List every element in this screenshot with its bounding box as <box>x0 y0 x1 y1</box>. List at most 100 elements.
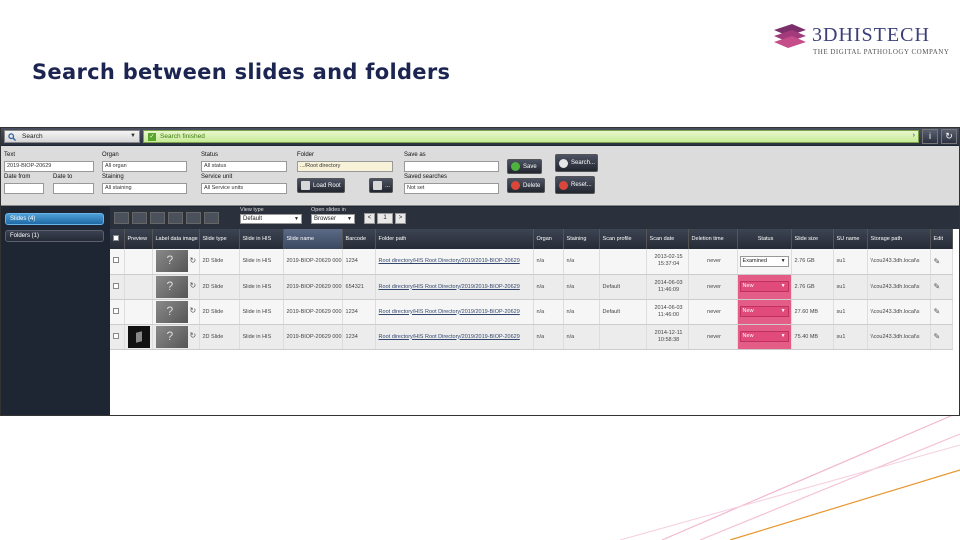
search-mode-select[interactable]: Search ▼ <box>4 130 140 143</box>
preview-cell[interactable] <box>124 324 153 350</box>
save-button[interactable]: Save <box>507 159 542 174</box>
save-as-input[interactable] <box>404 161 499 172</box>
table-row[interactable]: ? ↻ 2D Slide Slide in HIS 2019-BIOP-20629 00… <box>110 249 953 275</box>
refresh-button[interactable]: ↻ <box>941 129 957 144</box>
row-select-cell[interactable] <box>110 299 125 325</box>
column-header[interactable]: Status <box>737 229 792 249</box>
select-all-checkbox[interactable] <box>113 235 119 241</box>
pencil-icon[interactable]: ✎ <box>934 332 941 341</box>
label-image-cell[interactable]: ? ↻ <box>152 249 200 275</box>
pencil-icon[interactable]: ✎ <box>934 282 941 291</box>
column-header[interactable]: Edit <box>930 229 953 249</box>
text-input[interactable]: 2019-BIOP-20629 <box>4 161 94 172</box>
reload-icon[interactable]: ↻ <box>190 306 197 315</box>
table-row[interactable]: ? ↻ 2D Slide Slide in HIS 2019-BIOP-20629 00… <box>110 324 953 350</box>
row-select-cell[interactable] <box>110 249 125 275</box>
tab-folders[interactable]: Folders (1) <box>5 230 104 242</box>
folder-path-link[interactable]: Root directory/HIS Root Directory/2019/2… <box>375 324 534 350</box>
date-from-input[interactable] <box>4 183 44 194</box>
status-select[interactable]: Examined ▼ <box>739 255 789 267</box>
table-row[interactable]: ? ↻ 2D Slide Slide in HIS 2019-BIOP-20629 00… <box>110 274 953 300</box>
info-button[interactable]: i <box>922 129 938 144</box>
column-header[interactable]: Scan date <box>646 229 689 249</box>
expand-arrow-icon[interactable]: › <box>913 132 915 139</box>
reload-icon[interactable]: ↻ <box>190 256 197 265</box>
column-header[interactable]: Label data image <box>152 229 200 249</box>
label-data-image[interactable]: ? <box>155 250 188 273</box>
edit-cell[interactable]: ✎ <box>930 299 953 325</box>
staining-select[interactable]: All staining <box>102 183 187 194</box>
tab-slides[interactable]: Slides (4) <box>5 213 104 225</box>
staining-cell: n/a <box>563 274 600 300</box>
status-select[interactable]: New ▼ <box>739 306 789 317</box>
row-checkbox[interactable] <box>113 332 119 339</box>
preview-cell[interactable] <box>124 299 153 325</box>
column-header[interactable]: Slide name <box>283 229 343 249</box>
label-image-cell[interactable]: ? ↻ <box>152 274 200 300</box>
row-select-cell[interactable] <box>110 274 125 300</box>
status-select[interactable]: New ▼ <box>739 281 789 292</box>
open-slides-select[interactable]: Browser ▼ <box>311 214 355 224</box>
preview-cell[interactable] <box>124 249 153 275</box>
next-page-button[interactable]: > <box>395 213 406 224</box>
label-data-image[interactable]: ? <box>155 300 188 323</box>
service-unit-select[interactable]: All Service units <box>201 183 287 194</box>
column-header[interactable]: Barcode <box>342 229 376 249</box>
row-checkbox[interactable] <box>113 282 119 289</box>
label-data-image[interactable]: ? <box>155 275 188 298</box>
delete-button[interactable]: Delete <box>507 178 545 193</box>
date-from-label: Date from <box>4 174 31 180</box>
search-button[interactable]: Search... <box>555 154 598 172</box>
row-select-cell[interactable] <box>110 324 125 350</box>
current-page[interactable]: 1 <box>377 213 393 224</box>
pencil-icon[interactable]: ✎ <box>934 257 941 266</box>
reset-button-label: Reset... <box>571 182 592 188</box>
prev-page-button[interactable]: < <box>364 213 375 224</box>
edit-cell[interactable]: ✎ <box>930 324 953 350</box>
column-header[interactable]: Storage path <box>867 229 931 249</box>
copy-icon[interactable] <box>132 212 147 224</box>
column-header[interactable]: Deletion time <box>688 229 738 249</box>
reload-icon[interactable]: ↻ <box>190 331 197 340</box>
column-header[interactable]: Scan profile <box>599 229 647 249</box>
folder-browse-button[interactable]: ... <box>369 178 393 193</box>
column-header[interactable]: Slide in HIS <box>239 229 284 249</box>
edit-cell[interactable]: ✎ <box>930 249 953 275</box>
table-row[interactable]: ? ↻ 2D Slide Slide in HIS 2019-BIOP-20629 00… <box>110 299 953 325</box>
folder-path-link[interactable]: Root directory/HIS Root Directory/2019/2… <box>375 249 534 275</box>
edit-cell[interactable]: ✎ <box>930 274 953 300</box>
folder-path-link[interactable]: Root directory/HIS Root Directory/2019/2… <box>375 299 534 325</box>
label-image-cell[interactable]: ? ↻ <box>152 299 200 325</box>
reset-button[interactable]: Reset... <box>555 176 595 194</box>
move-icon[interactable] <box>150 212 165 224</box>
view-type-select[interactable]: Default ▼ <box>240 214 302 224</box>
column-header[interactable]: Folder path <box>375 229 534 249</box>
date-to-input[interactable] <box>53 183 94 194</box>
open-slide-icon[interactable] <box>114 212 129 224</box>
delete-slide-icon[interactable] <box>186 212 201 224</box>
column-header[interactable]: Organ <box>533 229 564 249</box>
status-select[interactable]: New ▼ <box>739 331 789 342</box>
slide-preview-image[interactable] <box>127 325 150 348</box>
select-all-header[interactable] <box>110 229 125 249</box>
row-checkbox[interactable] <box>113 307 119 314</box>
load-root-button[interactable]: Load Root <box>297 178 345 193</box>
preview-cell[interactable] <box>124 274 153 300</box>
reload-icon[interactable]: ↻ <box>190 281 197 290</box>
row-checkbox[interactable] <box>113 257 119 264</box>
column-header[interactable]: SU name <box>833 229 868 249</box>
organ-select[interactable]: All organ <box>102 161 187 172</box>
pencil-icon[interactable]: ✎ <box>934 307 941 316</box>
folder-input[interactable]: .../Root directory <box>297 161 393 172</box>
folder-path-link[interactable]: Root directory/HIS Root Directory/2019/2… <box>375 274 534 300</box>
label-data-image[interactable]: ? <box>155 325 188 348</box>
column-header[interactable]: Staining <box>563 229 600 249</box>
export-icon[interactable] <box>168 212 183 224</box>
columns-icon[interactable] <box>204 212 219 224</box>
column-header[interactable]: Slide size <box>791 229 834 249</box>
column-header[interactable]: Slide type <box>199 229 240 249</box>
status-select[interactable]: All status <box>201 161 287 172</box>
label-image-cell[interactable]: ? ↻ <box>152 324 200 350</box>
saved-searches-select[interactable]: Not set <box>404 183 499 194</box>
column-header[interactable]: Preview <box>124 229 153 249</box>
